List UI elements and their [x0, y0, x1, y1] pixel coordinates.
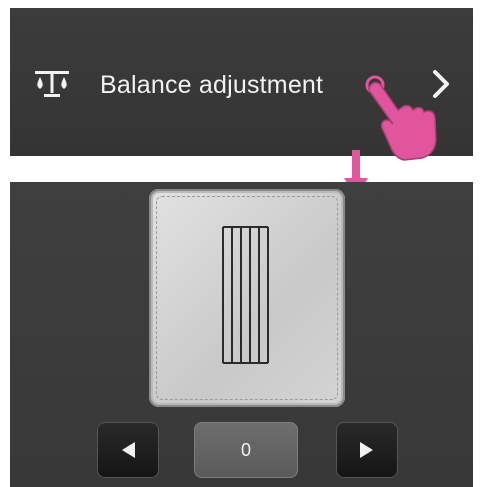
- triangle-right-icon: [360, 442, 373, 458]
- balance-value-display: 0: [194, 422, 298, 478]
- tap-hand-icon: [365, 75, 437, 161]
- menu-item-label: Balance adjustment: [100, 71, 324, 99]
- decrease-balance-button[interactable]: [97, 422, 159, 478]
- increase-balance-button[interactable]: [336, 422, 398, 478]
- balance-scale-icon: [35, 71, 69, 97]
- stitch-preview: [149, 189, 345, 407]
- stitch-pattern-icon: [222, 226, 269, 364]
- triangle-left-icon: [122, 442, 135, 458]
